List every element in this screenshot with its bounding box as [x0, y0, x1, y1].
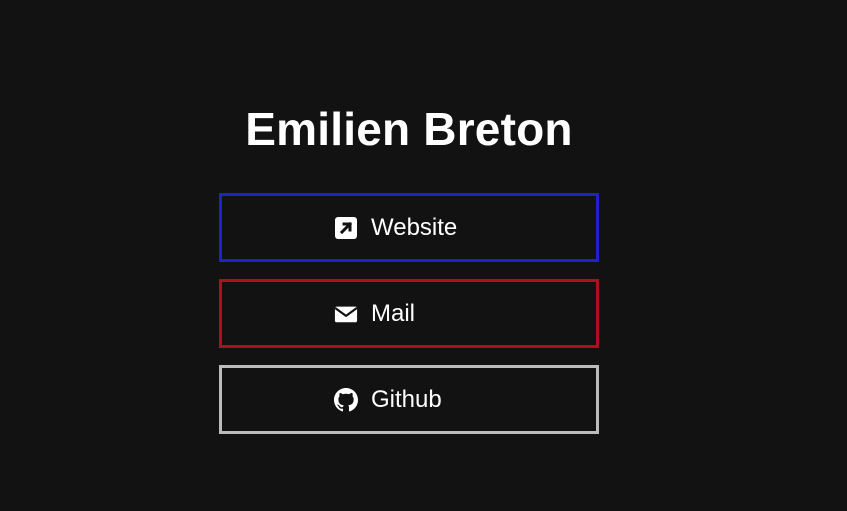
- github-button-label: Github: [371, 385, 442, 413]
- website-button[interactable]: Website: [219, 193, 599, 262]
- mail-button-label: Mail: [371, 299, 416, 327]
- envelope-icon: [334, 302, 358, 326]
- external-link-icon: [334, 216, 358, 240]
- github-button[interactable]: Github: [219, 365, 599, 434]
- profile-page: Emilien Breton Website Mail Github: [0, 0, 847, 511]
- page-title: Emilien Breton: [245, 102, 573, 155]
- github-icon: [334, 387, 358, 412]
- mail-button[interactable]: Mail: [219, 279, 599, 348]
- website-button-label: Website: [371, 213, 458, 241]
- link-list: Website Mail Github: [219, 193, 599, 451]
